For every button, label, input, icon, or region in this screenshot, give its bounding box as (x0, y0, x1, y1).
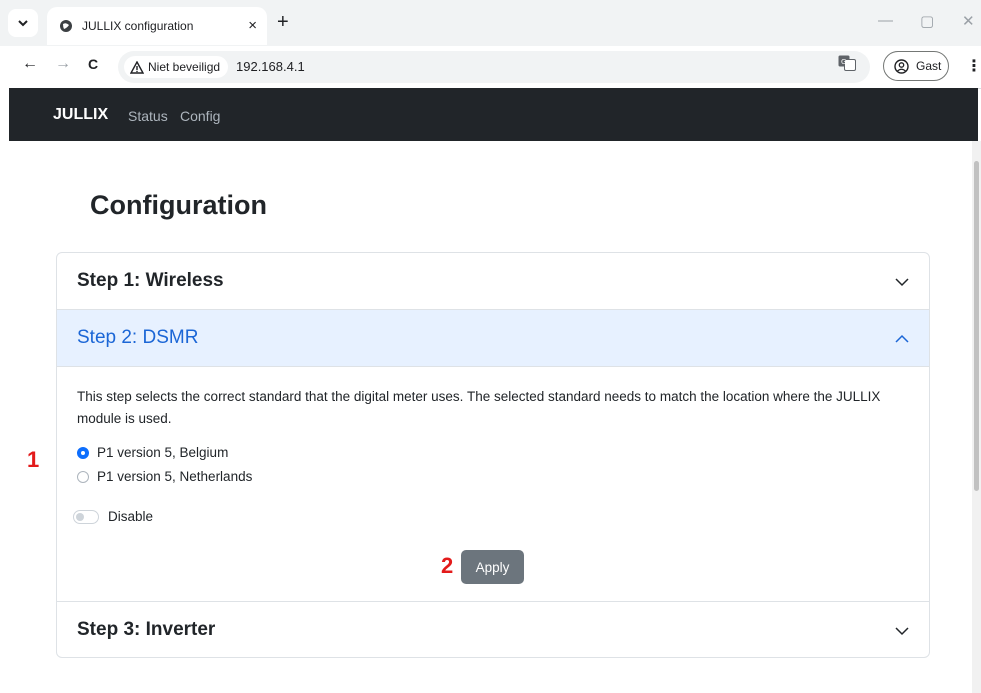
globe-icon (60, 20, 72, 32)
annotation-marker-1: 1 (27, 447, 40, 472)
warning-icon (130, 60, 144, 74)
switch-label: Disable (108, 509, 154, 524)
minimize-button[interactable]: — (878, 12, 893, 29)
apply-button[interactable]: Apply (461, 550, 524, 584)
chevron-down-icon (895, 627, 909, 636)
accordion-title: Step 1: Wireless (77, 270, 224, 291)
new-tab-button[interactable]: + (277, 11, 289, 34)
browser-menu-icon[interactable]: ⋮ (966, 56, 981, 76)
accordion-title: Step 2: DSMR (77, 327, 199, 348)
navbar-brand[interactable]: JULLIX (53, 106, 108, 124)
radio-button-checked[interactable] (77, 446, 89, 459)
radio-label: P1 version 5, Netherlands (97, 469, 253, 484)
tab-title: JULLIX configuration (82, 19, 194, 33)
tab-close-icon[interactable]: × (248, 17, 257, 34)
browser-tab[interactable]: JULLIX configuration × (47, 7, 267, 45)
radio-button[interactable] (77, 470, 89, 483)
accordion-header-inverter[interactable]: Step 3: Inverter (57, 601, 929, 657)
security-chip[interactable]: Niet beveiligd (124, 56, 229, 78)
site-navbar: JULLIX Status Config (9, 88, 978, 141)
accordion-header-wireless[interactable]: Step 1: Wireless (57, 253, 929, 310)
translate-icon[interactable]: G (838, 55, 856, 71)
page-scrollbar[interactable] (972, 141, 981, 693)
chevron-down-icon (895, 278, 909, 287)
chevron-up-icon (895, 334, 909, 343)
radio-option-netherlands[interactable]: P1 version 5, Netherlands (77, 469, 252, 484)
dsmr-description: This step selects the correct standard t… (77, 389, 881, 426)
svg-text:G: G (841, 58, 846, 66)
page-title: Configuration (90, 190, 267, 220)
scrollbar-thumb[interactable] (974, 161, 979, 491)
accordion-header-dsmr[interactable]: Step 2: DSMR (57, 310, 929, 367)
radio-label: P1 version 5, Belgium (97, 445, 229, 460)
toggle-knob (76, 512, 84, 521)
maximize-button[interactable]: ▢ (920, 12, 934, 30)
radio-option-belgium[interactable]: P1 version 5, Belgium (77, 445, 228, 460)
browser-toolbar: ← → C Niet beveiligd 192.168.4.1 G Gast … (0, 46, 981, 89)
accordion-title: Step 3: Inverter (77, 619, 216, 640)
security-label: Niet beveiligd (148, 60, 221, 74)
annotation-marker-2: 2 (441, 553, 454, 578)
back-button[interactable]: ← (22, 55, 38, 73)
forward-button[interactable]: → (55, 55, 71, 73)
config-accordion: Step 1: Wireless Step 2: DSMR This step … (56, 252, 930, 658)
url-text: 192.168.4.1 (236, 59, 305, 74)
address-bar[interactable]: Niet beveiligd 192.168.4.1 (118, 51, 870, 83)
disable-switch-row[interactable]: Disable (73, 509, 153, 524)
reload-button[interactable]: C (88, 56, 98, 72)
tab-search-chevron-icon[interactable] (8, 9, 38, 37)
profile-button[interactable]: Gast (883, 51, 949, 81)
disable-toggle[interactable] (73, 509, 99, 524)
profile-label: Gast (916, 59, 942, 73)
nav-link-config[interactable]: Config (180, 108, 220, 124)
nav-link-status[interactable]: Status (128, 108, 168, 124)
guest-avatar-icon (894, 58, 909, 74)
close-window-button[interactable]: ✕ (962, 12, 975, 30)
browser-tab-bar: JULLIX configuration × + — ▢ ✕ (0, 0, 981, 46)
page-left-margin (0, 88, 9, 693)
